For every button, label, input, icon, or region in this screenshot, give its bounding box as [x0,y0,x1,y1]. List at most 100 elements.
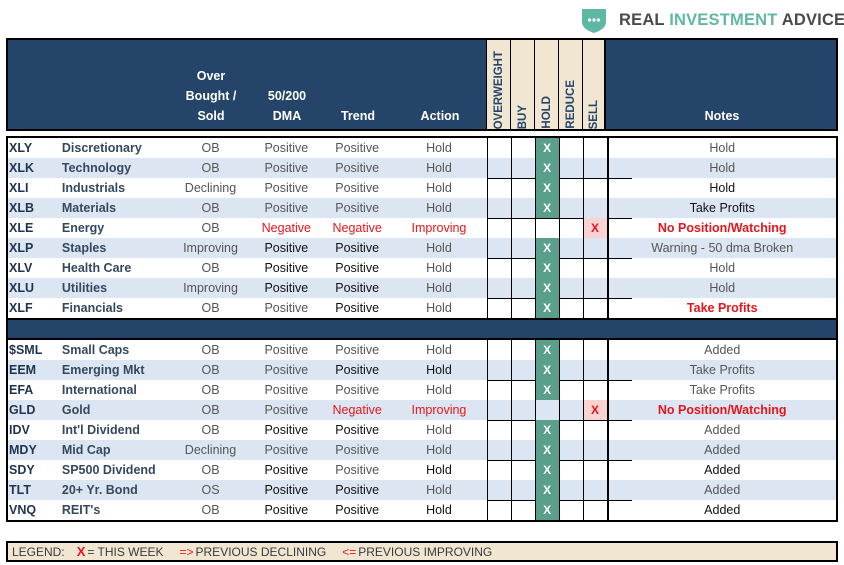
sell-box [582,238,607,258]
buy-box [510,460,535,480]
dma-cell: Positive [264,443,309,457]
buy-box [510,278,535,298]
header-buy-label: BUY [516,104,529,129]
sell-box [582,500,607,520]
action-cell: Hold [426,423,452,437]
overbought-cell: OB [201,201,220,215]
header-ob-line3: Sold [197,109,225,123]
legend-declining-symbol: => [179,545,194,559]
hold-box: X [534,480,559,500]
sell-box [582,380,607,400]
buy-box [510,258,535,278]
hold-box: X [534,198,559,218]
dma-cell: Positive [264,463,309,477]
overbought-cell: Improving [183,281,238,295]
name-cell: Discretionary [61,141,142,155]
overbought-cell: OB [201,221,220,235]
action-cell: Hold [426,443,452,457]
reduce-box [558,298,583,318]
overweight-box [486,460,511,480]
sell-box [582,460,607,480]
trend-cell: Positive [335,241,380,255]
dma-cell: Positive [264,423,309,437]
header-ob-line2: Bought / [185,89,237,103]
trend-cell: Positive [335,281,380,295]
hold-box: X [534,138,559,158]
notes-cell: Hold [606,158,836,178]
legend-improving-symbol: <= [342,545,357,559]
action-cell: Hold [426,141,452,155]
notes-cell: Take Profits [606,298,836,318]
hold-box: X [534,500,559,520]
dma-cell: Positive [264,301,309,315]
action-cell: Improving [411,403,467,417]
ticker-cell: $SML [9,343,43,357]
hold-box [534,218,559,238]
notes-cell: No Position/Watching [606,400,836,420]
overbought-cell: OB [201,463,220,477]
hold-box: X [534,440,559,460]
sell-box [582,138,607,158]
ticker-cell: EFA [9,383,34,397]
trend-cell: Positive [335,141,380,155]
trend-cell: Negative [332,403,382,417]
table-row: VNQ REIT's OB Positive Positive Hold X Added [8,500,836,520]
name-cell: Utilities [61,281,108,295]
buy-box [510,218,535,238]
hold-box: X [534,298,559,318]
ticker-cell: XLY [9,141,33,155]
overweight-box [486,238,511,258]
dma-cell: Positive [264,343,309,357]
name-cell: Gold [61,403,91,417]
header-ob-line1: Over [196,69,226,83]
header-sell-label: SELL [587,99,600,129]
dma-cell: Positive [264,363,309,377]
legend-bar: LEGEND: X = THIS WEEK => PREVIOUS DECLINING <… [6,541,838,562]
reduce-box [558,340,583,360]
header-action: Action [420,109,460,123]
overbought-cell: OB [201,383,220,397]
notes-cell: Hold [606,138,836,158]
overweight-box [486,218,511,238]
ticker-cell: XLI [9,181,29,195]
table-row: XLU Utilities Improving Positive Positive Hol… [8,278,836,298]
ticker-cell: VNQ [9,503,37,517]
name-cell: Int'l Dividend [61,423,140,437]
notes-cell: No Position/Watching [606,218,836,238]
ticker-cell: XLU [9,281,34,295]
header-trend: Trend [340,109,376,123]
sell-box [582,420,607,440]
table-row: IDV Int'l Dividend OB Positive Positive Hold X… [8,420,836,440]
overweight-box [486,500,511,520]
header-overbought: Over Bought / Sold [172,66,250,126]
ticker-cell: TLT [9,483,31,497]
trend-cell: Positive [335,443,380,457]
trend-cell: Positive [335,201,380,215]
header-hold-label: HOLD [540,96,553,129]
reduce-box [558,178,583,198]
action-cell: Hold [426,503,452,517]
sell-box [582,178,607,198]
buy-box [510,178,535,198]
hold-box: X [534,158,559,178]
action-cell: Hold [426,201,452,215]
overbought-cell: Declining [184,443,237,457]
header-hold: HOLD [534,40,558,129]
sell-box [582,258,607,278]
buy-box [510,340,535,360]
buy-box [510,158,535,178]
sell-box [582,278,607,298]
legend-x-text: = THIS WEEK [87,545,164,559]
overweight-box [486,440,511,460]
notes-cell: Hold [606,178,836,198]
dma-cell: Positive [264,141,309,155]
dma-cell: Positive [264,161,309,175]
buy-box [510,298,535,318]
hold-box: X [534,340,559,360]
overbought-cell: OB [201,343,220,357]
action-cell: Hold [426,383,452,397]
buy-box [510,198,535,218]
shield-dots-icon [581,7,607,34]
name-cell: REIT's [61,503,101,517]
action-cell: Hold [426,463,452,477]
